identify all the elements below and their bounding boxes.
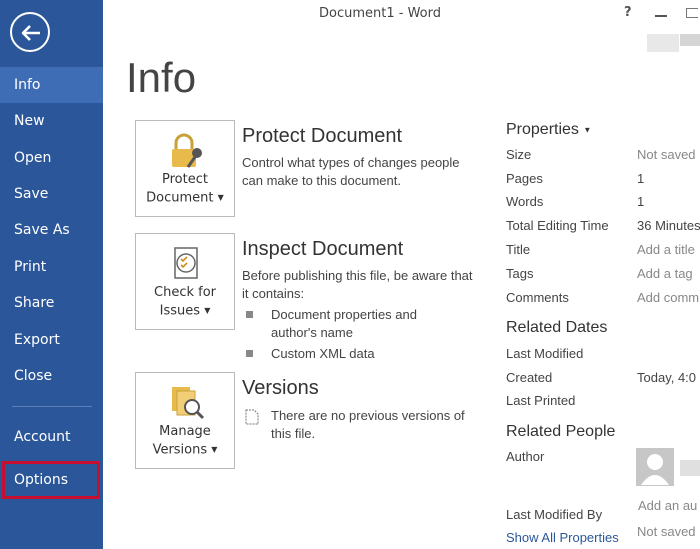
nav-item-print[interactable]: Print <box>0 249 103 285</box>
nav-item-new[interactable]: New <box>0 103 103 139</box>
nav-item-open[interactable]: Open <box>0 140 103 176</box>
title-input[interactable]: Add a title <box>637 242 695 257</box>
prop-value: 36 Minutes <box>637 218 700 233</box>
lock-key-icon <box>172 133 202 168</box>
check-label-1: Check for <box>154 285 216 300</box>
versions-description: There are no previous versions of this f… <box>271 408 465 441</box>
bullet-marker <box>246 311 253 318</box>
nav-item-close[interactable]: Close <box>0 358 103 394</box>
inspect-bullet-2: Custom XML data <box>271 346 375 361</box>
nav-item-save[interactable]: Save <box>0 176 103 212</box>
prop-key: Pages <box>506 171 543 186</box>
person-icon <box>641 454 669 485</box>
prop-value: 1 <box>637 171 645 186</box>
prop-key: Words <box>506 194 544 209</box>
prop-key: Total Editing Time <box>506 218 609 233</box>
nav-item-options[interactable]: Options <box>2 461 100 499</box>
inspect-bullet-1: Document properties and author's name <box>271 307 417 340</box>
inspect-title: Inspect Document <box>242 238 404 260</box>
nav-item-share[interactable]: Share <box>0 285 103 321</box>
document-icon <box>245 409 259 425</box>
related-dates-header: Related Dates <box>506 319 608 336</box>
inspect-description: Before publishing this file, be aware th… <box>242 268 473 301</box>
prop-key: Tags <box>506 266 534 281</box>
dropdown-caret-icon: ▼ <box>211 445 218 454</box>
prop-key: Last Printed <box>506 393 576 408</box>
back-arrow-icon <box>21 25 40 41</box>
last-modified-by-label: Last Modified By <box>506 507 603 522</box>
manage-versions-icon <box>172 387 205 420</box>
bullet-marker <box>246 350 253 357</box>
help-icon[interactable]: ? <box>624 5 632 20</box>
check-for-issues-button[interactable]: Check for Issues ▼ <box>135 233 235 330</box>
protect-description: Control what types of changes people can… <box>242 155 460 188</box>
account-avatar-blur <box>680 34 700 46</box>
author-label: Author <box>506 449 545 464</box>
prop-key: Created <box>506 370 553 385</box>
comments-input[interactable]: Add comm <box>637 290 699 305</box>
show-all-properties-link[interactable]: Show All Properties <box>506 530 619 545</box>
account-avatar <box>647 34 679 52</box>
prop-key: Size <box>506 147 532 162</box>
dropdown-caret-icon: ▼ <box>204 306 211 315</box>
author-avatar <box>636 448 674 486</box>
nav-item-save-as[interactable]: Save As <box>0 212 103 248</box>
tags-input[interactable]: Add a tag <box>637 266 693 281</box>
protect-title: Protect Document <box>242 125 403 147</box>
protect-label-1: Protect <box>162 172 208 187</box>
page-title: Info <box>126 54 197 101</box>
manage-versions-button[interactable]: Manage Versions ▼ <box>135 372 235 469</box>
prop-key: Title <box>506 242 531 257</box>
dropdown-caret-icon: ▼ <box>583 125 592 135</box>
versions-label-1: Manage <box>159 424 211 439</box>
prop-key: Comments <box>506 290 569 305</box>
backstage-nav: Info New Open Save Save As Print Share E… <box>0 0 103 549</box>
protect-document-button[interactable]: Protect Document ▼ <box>135 120 235 217</box>
back-button[interactable] <box>10 12 50 52</box>
author-name <box>680 460 700 476</box>
versions-title: Versions <box>242 377 319 399</box>
prop-value: Today, 4:0 <box>637 370 697 385</box>
window-title: Document1 - Word <box>319 6 441 21</box>
dropdown-caret-icon: ▼ <box>217 193 224 202</box>
protect-label-2: Document ▼ <box>146 190 224 206</box>
add-author-input[interactable]: Add an au <box>638 498 697 513</box>
nav-item-info[interactable]: Info <box>0 67 103 103</box>
prop-value: Not saved <box>637 147 696 162</box>
inspect-document-icon <box>174 247 198 279</box>
check-label-2: Issues ▼ <box>159 303 211 319</box>
properties-header[interactable]: Properties ▼ <box>506 121 591 139</box>
related-people-header: Related People <box>506 423 616 440</box>
nav-item-export[interactable]: Export <box>0 322 103 358</box>
prop-key: Last Modified <box>506 346 584 361</box>
last-modified-by-value: Not saved <box>637 524 696 539</box>
versions-label-2: Versions ▼ <box>152 442 218 458</box>
nav-divider <box>12 406 92 407</box>
minimize-icon[interactable] <box>655 15 667 17</box>
prop-value: 1 <box>637 194 645 209</box>
nav-item-account[interactable]: Account <box>0 419 103 455</box>
maximize-icon[interactable] <box>686 8 698 18</box>
